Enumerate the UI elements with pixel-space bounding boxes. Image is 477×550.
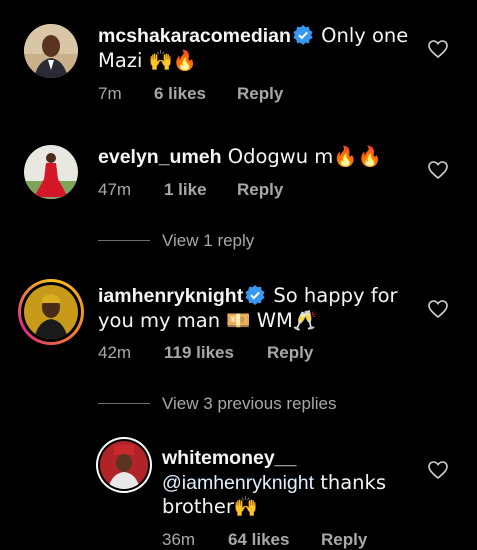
avatar[interactable] [24,145,78,199]
avatar[interactable] [24,24,78,78]
username[interactable]: whitemoney__ [162,447,296,469]
heart-icon[interactable] [428,461,448,479]
replies-divider [98,240,150,241]
verified-badge-icon [293,25,313,45]
likes-count[interactable]: 1 like [164,180,207,200]
replies-divider [98,403,150,404]
comment-meta: 42m 119 likes Reply [98,343,418,363]
likes-count[interactable]: 119 likes [164,343,234,363]
reply-button[interactable]: Reply [237,84,283,104]
comment-meta: 47m 1 like Reply [98,180,398,200]
username[interactable]: iamhenryknight [98,285,243,307]
view-replies-button[interactable]: View 1 reply [162,231,254,251]
avatar[interactable] [96,437,152,493]
comment-text: whitemoney__ @iamhenryknight thanks brot… [162,446,422,520]
comment-text: mcshakaracomedian Only one Mazi 🙌🔥 [98,24,418,73]
reply-button[interactable]: Reply [321,530,367,550]
avatar[interactable] [18,279,84,345]
reply-button[interactable]: Reply [267,343,313,363]
likes-count[interactable]: 6 likes [154,84,206,104]
comment-text: evelyn_umeh Odogwu m🔥🔥 [98,145,418,170]
likes-count[interactable]: 64 likes [228,530,289,550]
comment-text: iamhenryknight So happy for you my man 💴… [98,284,418,333]
verified-badge-icon [245,285,265,305]
username[interactable]: evelyn_umeh [98,146,222,168]
heart-icon[interactable] [428,40,448,58]
timestamp: 42m [98,343,132,362]
heart-icon[interactable] [428,300,448,318]
username[interactable]: mcshakaracomedian [98,25,291,47]
comment-meta: 36m 64 likes Reply [162,530,422,550]
heart-icon[interactable] [428,161,448,179]
comment-meta: 7m 6 likes Reply [98,84,398,104]
timestamp: 47m [98,180,132,199]
timestamp: 7m [98,84,122,103]
timestamp: 36m [162,530,196,549]
mention-link[interactable]: @iamhenryknight [162,472,314,494]
reply-button[interactable]: Reply [237,180,283,200]
view-replies-button[interactable]: View 3 previous replies [162,394,337,414]
comment-body: Odogwu m🔥🔥 [221,145,382,168]
